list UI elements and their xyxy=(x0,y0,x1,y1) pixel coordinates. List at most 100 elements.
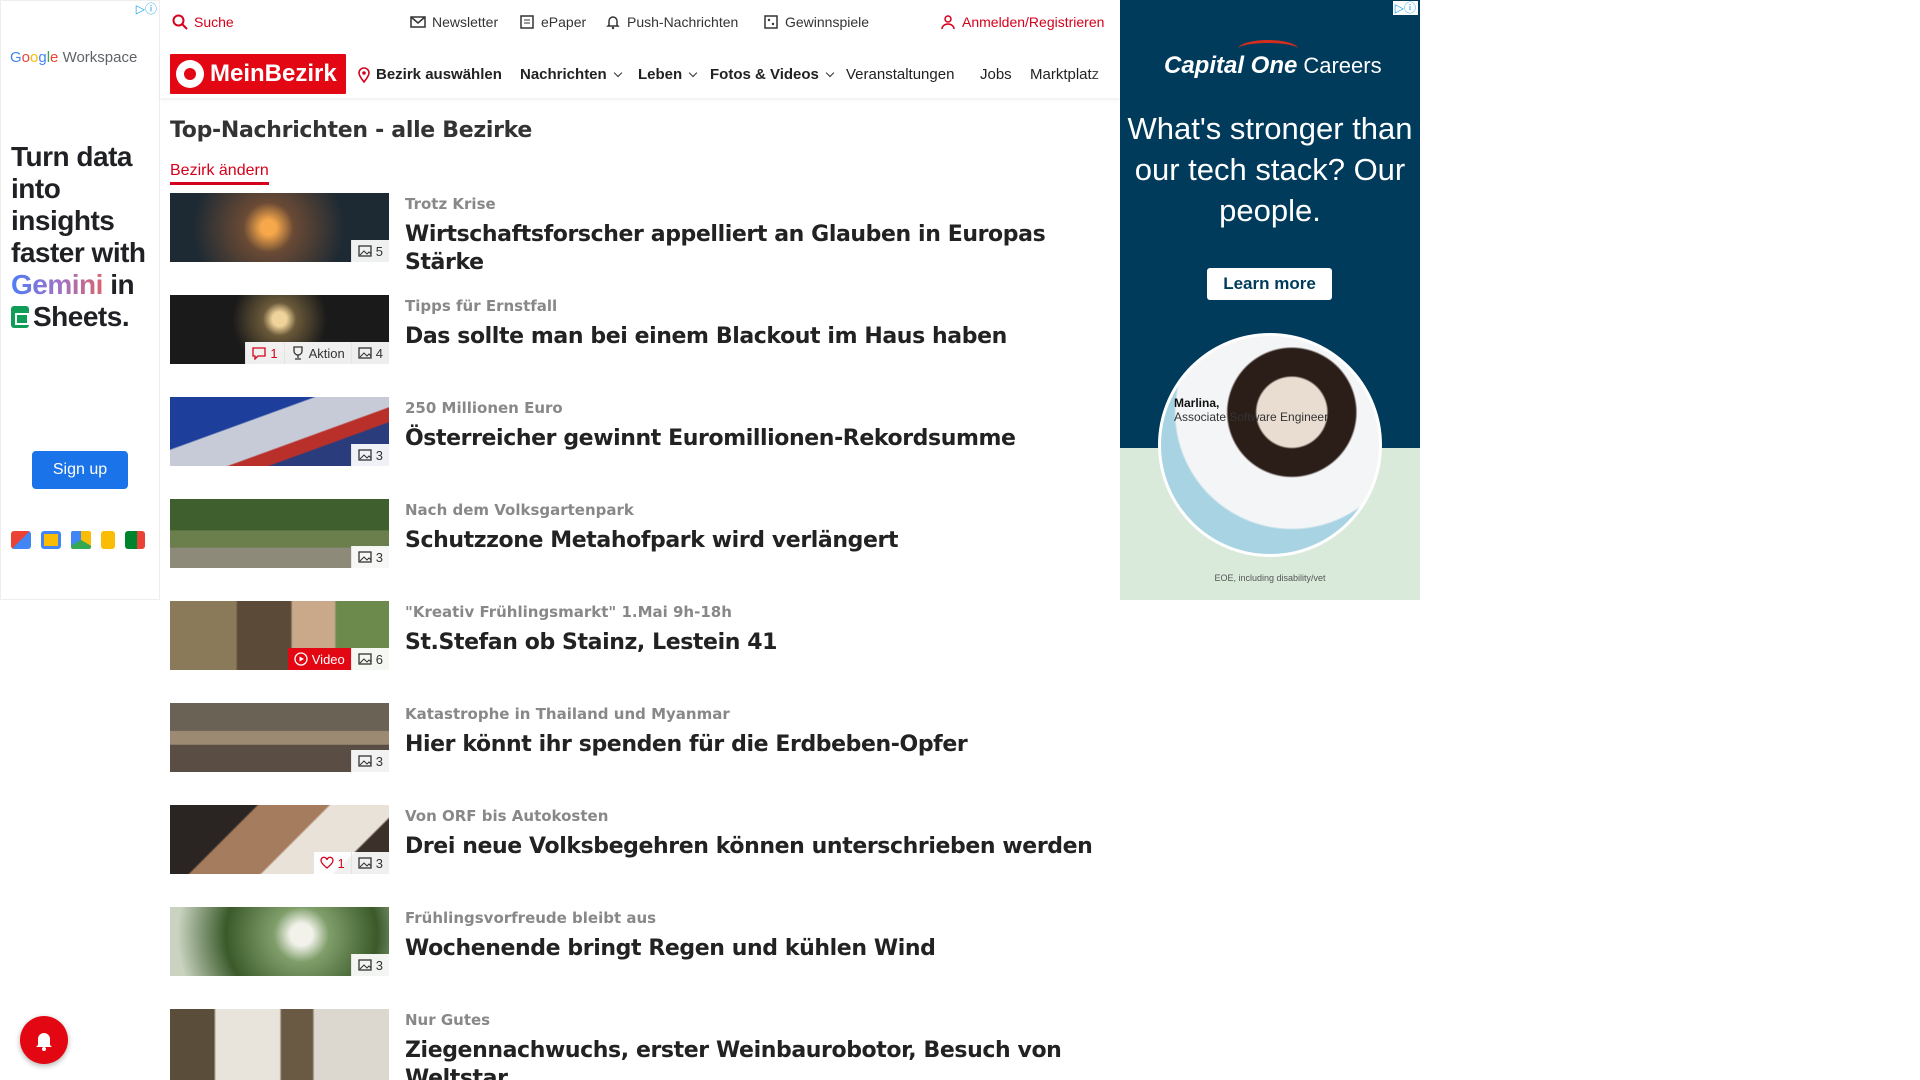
article-kicker: Nur Gutes xyxy=(405,1011,491,1029)
calendar-icon xyxy=(41,531,61,549)
change-district-link[interactable]: Bezirk ändern xyxy=(170,162,269,185)
search-link[interactable]: Suche xyxy=(172,14,234,30)
image-count-badge: 5 xyxy=(350,240,389,262)
article-thumbnail[interactable]: 5 xyxy=(170,193,389,262)
image-icon xyxy=(358,755,372,767)
capital-one-ad[interactable]: ▷ⓘ Capital One Careers What's stronger th… xyxy=(1120,0,1420,600)
drive-icon xyxy=(71,531,91,549)
article-kicker: 250 Millionen Euro xyxy=(405,399,563,417)
location-pin-icon xyxy=(358,66,370,83)
image-icon xyxy=(358,551,372,563)
article-item[interactable]: 3 250 Millionen Euro Österreicher gewinn… xyxy=(170,397,1105,499)
workspace-app-icons xyxy=(11,531,145,549)
image-icon xyxy=(358,959,372,971)
image-count-badge: 6 xyxy=(350,648,389,670)
nav-fade xyxy=(1090,52,1120,98)
logo-icon xyxy=(176,60,204,88)
login-link[interactable]: Anmelden/Registrieren xyxy=(940,14,1104,30)
article-item[interactable]: 1 3 Von ORF bis Autokosten Drei neue Vol… xyxy=(170,805,1105,907)
adchoices-icon[interactable]: ▷ⓘ xyxy=(1392,1,1418,15)
learn-more-button[interactable]: Learn more xyxy=(1207,268,1332,300)
meet-icon xyxy=(125,531,145,549)
article-item[interactable]: Video 6 "Kreativ Frühlingsmarkt" 1.Mai 9… xyxy=(170,601,1105,703)
nav-item-marktplatz[interactable]: Marktplatz xyxy=(1030,66,1099,83)
meinbezirk-logo[interactable]: MeinBezirk xyxy=(170,54,346,94)
article-thumbnail[interactable]: 3 xyxy=(170,499,389,568)
image-count-badge: 3 xyxy=(350,954,389,976)
article-thumbnail[interactable]: 1 Aktion 4 xyxy=(170,295,389,364)
article-thumbnail[interactable]: 1 3 xyxy=(170,805,389,874)
nav-item-fotos-videos[interactable]: Fotos & Videos xyxy=(710,66,835,83)
main-nav: MeinBezirk Bezirk auswählen Nachrichten … xyxy=(160,52,1120,98)
article-headline[interactable]: Das sollte man bei einem Blackout im Hau… xyxy=(405,323,1105,351)
like-count-badge: 1 xyxy=(312,852,351,874)
utility-bar: Suche Newsletter ePaper Push-Nachrichten… xyxy=(160,0,1120,46)
nav-item-leben[interactable]: Leben xyxy=(638,66,698,83)
article-list: 5 Trotz Krise Wirtschaftsforscher appell… xyxy=(170,193,1105,1080)
article-headline[interactable]: Ziegennachwuchs, erster Weinbaurobotor, … xyxy=(405,1037,1105,1080)
article-kicker: Tipps für Ernstfall xyxy=(405,297,558,315)
article-item[interactable]: 3 Frühlingsvorfreude bleibt aus Wochenen… xyxy=(170,907,1105,1009)
eoe-disclaimer: EOE, including disability/vet xyxy=(1214,573,1326,583)
image-icon xyxy=(358,245,372,257)
google-workspace-logo: Google Workspace xyxy=(10,49,138,66)
article-kicker: Nach dem Volksgartenpark xyxy=(405,501,634,519)
google-workspace-ad[interactable]: ▷ⓘ Google Workspace Turn data into insig… xyxy=(0,0,160,600)
play-icon xyxy=(294,652,308,666)
employee-caption: Marlina, Associate Software Engineer xyxy=(1174,396,1329,424)
article-item[interactable]: Nur Gutes Ziegennachwuchs, erster Weinba… xyxy=(170,1009,1105,1080)
image-icon xyxy=(358,653,372,665)
image-count-badge: 3 xyxy=(350,546,389,568)
article-kicker: Frühlingsvorfreude bleibt aus xyxy=(405,909,657,927)
article-headline[interactable]: Hier könnt ihr spenden für die Erdbeben-… xyxy=(405,731,1105,759)
gewinnspiele-link[interactable]: Gewinnspiele xyxy=(763,14,869,30)
article-item[interactable]: 5 Trotz Krise Wirtschaftsforscher appell… xyxy=(170,193,1105,295)
trophy-icon xyxy=(292,346,303,360)
article-item[interactable]: 3 Nach dem Volksgartenpark Schutzzone Me… xyxy=(170,499,1105,601)
article-item[interactable]: 3 Katastrophe in Thailand und Myanmar Hi… xyxy=(170,703,1105,805)
article-item[interactable]: 1 Aktion 4 Tipps für Ernstfall Das sollt… xyxy=(170,295,1105,397)
push-notifications-link[interactable]: Push-Nachrichten xyxy=(605,14,738,30)
nav-item-jobs[interactable]: Jobs xyxy=(980,66,1012,83)
article-thumbnail[interactable]: 3 xyxy=(170,907,389,976)
image-count-badge: 3 xyxy=(350,444,389,466)
capital-one-logo: Capital One Careers xyxy=(1164,52,1382,79)
chevron-down-icon xyxy=(688,68,698,77)
article-headline[interactable]: Österreicher gewinnt Euromillionen-Rekor… xyxy=(405,425,1105,453)
search-icon xyxy=(172,14,188,30)
sign-up-button[interactable]: Sign up xyxy=(32,451,128,489)
image-count-badge: 3 xyxy=(350,852,389,874)
article-headline[interactable]: Drei neue Volksbegehren können unterschr… xyxy=(405,833,1105,861)
adchoices-icon[interactable]: ▷ⓘ xyxy=(136,2,157,16)
comment-count-badge: 1 xyxy=(245,342,284,364)
article-headline[interactable]: Wochenende bringt Regen und kühlen Wind xyxy=(405,935,1105,963)
aktion-badge: Aktion xyxy=(283,342,351,364)
gift-icon xyxy=(764,15,778,29)
ad-headline: Turn data into insights faster with Gemi… xyxy=(11,141,146,332)
article-thumbnail[interactable]: 3 xyxy=(170,703,389,772)
bell-icon xyxy=(606,16,620,30)
article-headline[interactable]: St.Stefan ob Stainz, Lestein 41 xyxy=(405,629,1105,657)
epaper-link[interactable]: ePaper xyxy=(519,14,586,30)
image-icon xyxy=(358,857,372,869)
notification-bell-button[interactable] xyxy=(20,1016,68,1064)
bell-icon xyxy=(36,1033,52,1051)
nav-item-nachrichten[interactable]: Nachrichten xyxy=(520,66,622,83)
image-count-badge: 3 xyxy=(350,750,389,772)
user-icon xyxy=(941,15,955,30)
employee-photo xyxy=(1158,333,1382,557)
newsletter-link[interactable]: Newsletter xyxy=(410,14,498,30)
article-headline[interactable]: Wirtschaftsforscher appelliert an Glaube… xyxy=(405,221,1105,277)
select-district-button[interactable]: Bezirk auswählen xyxy=(356,66,502,83)
keep-icon xyxy=(101,531,115,549)
article-kicker: Katastrophe in Thailand und Myanmar xyxy=(405,705,730,723)
article-thumbnail[interactable]: 3 xyxy=(170,397,389,466)
article-headline[interactable]: Schutzzone Metahofpark wird verlängert xyxy=(405,527,1105,555)
article-kicker: Von ORF bis Autokosten xyxy=(405,807,609,825)
nav-item-veranstaltungen[interactable]: Veranstaltungen xyxy=(846,66,954,83)
mail-icon xyxy=(410,16,426,28)
article-thumbnail[interactable] xyxy=(170,1009,389,1080)
chevron-down-icon xyxy=(825,68,835,77)
image-count-badge: 4 xyxy=(350,342,389,364)
article-thumbnail[interactable]: Video 6 xyxy=(170,601,389,670)
